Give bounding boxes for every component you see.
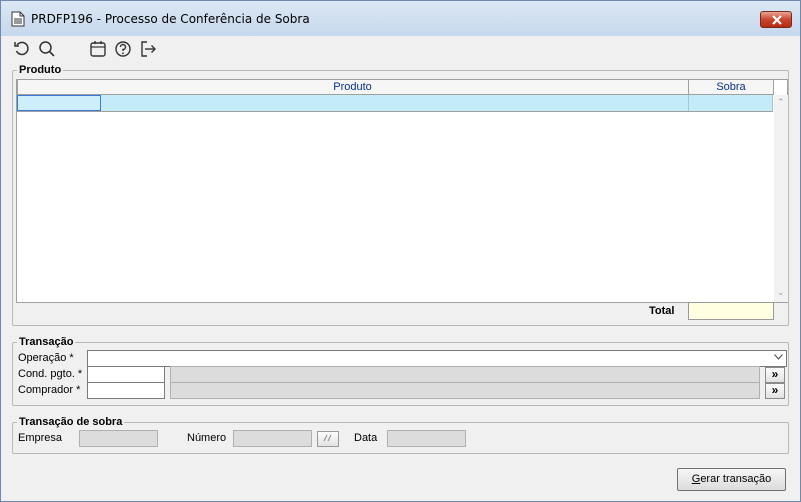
total-field bbox=[688, 302, 774, 320]
slash-icon bbox=[323, 434, 332, 442]
numero-field bbox=[233, 430, 312, 447]
close-icon bbox=[772, 15, 782, 25]
cond-pgto-lookup-button[interactable]: » bbox=[765, 367, 785, 383]
grid-header: Produto Sobra bbox=[17, 80, 774, 95]
empresa-label: Empresa bbox=[18, 432, 63, 444]
produto-grid: Produto Sobra ⌃ ⌄ bbox=[16, 79, 788, 303]
close-button[interactable] bbox=[760, 11, 792, 28]
numero-lookup-button bbox=[317, 431, 339, 447]
window-title: PRDFP196 - Processo de Conferência de So… bbox=[31, 12, 310, 26]
calendar-icon[interactable] bbox=[89, 40, 107, 58]
produto-group-label: Produto bbox=[17, 64, 64, 76]
empresa-field bbox=[79, 430, 158, 447]
toolbar bbox=[1, 36, 800, 62]
cell-code[interactable] bbox=[17, 95, 101, 111]
cell-sobra[interactable] bbox=[689, 95, 773, 111]
column-header-sobra[interactable]: Sobra bbox=[689, 80, 774, 95]
search-icon[interactable] bbox=[38, 40, 56, 58]
cond-pgto-code-field[interactable] bbox=[87, 366, 165, 383]
data-field bbox=[387, 430, 466, 447]
table-row[interactable] bbox=[17, 95, 773, 112]
cond-pgto-description-field bbox=[170, 366, 760, 383]
scroll-down-icon[interactable]: ⌄ bbox=[777, 287, 785, 298]
sobra-group-label: Transação de sobra bbox=[17, 416, 125, 428]
scroll-up-icon[interactable]: ⌃ bbox=[777, 97, 785, 108]
exit-icon[interactable] bbox=[139, 40, 157, 58]
cell-produto[interactable] bbox=[101, 95, 689, 111]
comprador-description-field bbox=[170, 382, 760, 399]
cond-pgto-label: Cond. pgto. * bbox=[18, 368, 83, 380]
numero-label: Número bbox=[187, 432, 227, 444]
comprador-lookup-button[interactable]: » bbox=[765, 383, 785, 399]
transacao-group-label: Transação bbox=[17, 336, 76, 348]
chevron-down-icon[interactable] bbox=[774, 352, 783, 363]
operacao-dropdown[interactable] bbox=[87, 350, 787, 367]
gerar-transacao-button[interactable]: Gerar transação bbox=[677, 468, 786, 491]
refresh-icon[interactable] bbox=[13, 40, 31, 58]
operacao-label: Operação * bbox=[18, 352, 74, 364]
title-bar: PRDFP196 - Processo de Conferência de So… bbox=[1, 1, 800, 36]
comprador-label: Comprador * bbox=[18, 384, 81, 396]
document-icon bbox=[11, 11, 25, 27]
vertical-scrollbar[interactable]: ⌃ ⌄ bbox=[774, 95, 788, 302]
data-label: Data bbox=[354, 432, 378, 444]
gerar-label: erar transação bbox=[700, 473, 772, 485]
comprador-code-field[interactable] bbox=[87, 382, 165, 399]
total-label: Total bbox=[649, 305, 675, 317]
column-header-produto[interactable]: Produto bbox=[17, 80, 689, 95]
help-icon[interactable] bbox=[114, 40, 132, 58]
main-window: PRDFP196 - Processo de Conferência de So… bbox=[0, 0, 801, 502]
